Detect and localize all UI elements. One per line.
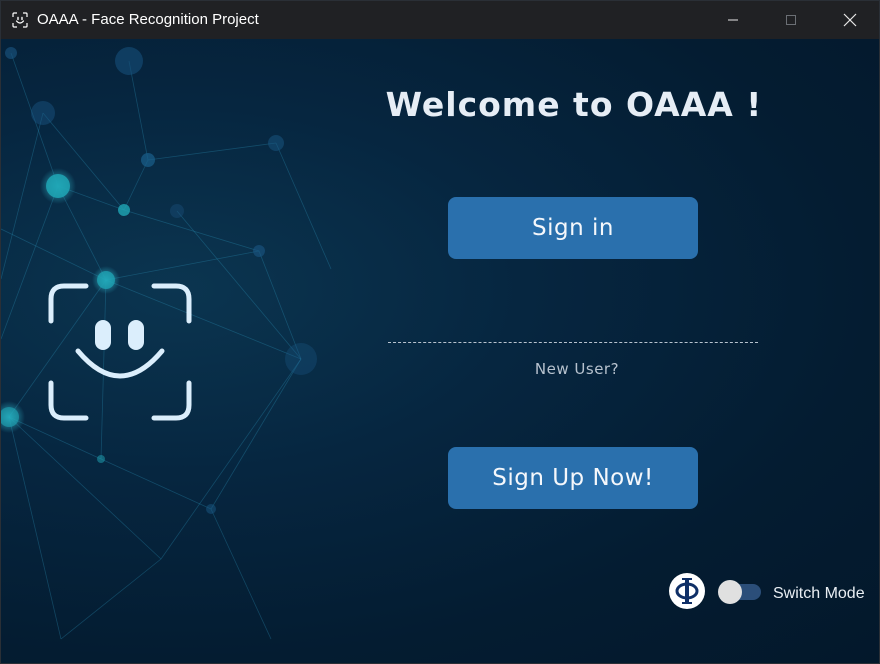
phi-logo-icon [669,573,705,609]
maximize-button[interactable] [762,1,820,39]
minimize-icon [728,19,738,21]
close-button[interactable] [821,1,879,39]
face-recognition-icon [48,283,192,421]
welcome-heading: Welcome to OAAA ! [385,85,763,124]
mode-switch-knob[interactable] [718,580,742,604]
mode-switch[interactable] [718,580,761,604]
title-bar[interactable]: OAAA - Face Recognition Project [1,1,879,39]
maximize-icon [786,15,796,25]
sign-in-button[interactable]: Sign in [448,197,698,259]
divider [388,342,758,343]
sign-up-button[interactable]: Sign Up Now! [448,447,698,509]
app-window: OAAA - Face Recognition Project Welcome … [0,0,880,664]
close-icon [843,13,857,27]
smiley-face-icon [12,12,28,28]
switch-mode-label: Switch Mode [773,585,865,602]
new-user-label: New User? [534,360,620,378]
minimize-button[interactable] [704,1,762,39]
window-title: OAAA - Face Recognition Project [37,11,259,28]
main-content: Welcome to OAAA ! Sign in New User? Sign… [1,39,879,663]
